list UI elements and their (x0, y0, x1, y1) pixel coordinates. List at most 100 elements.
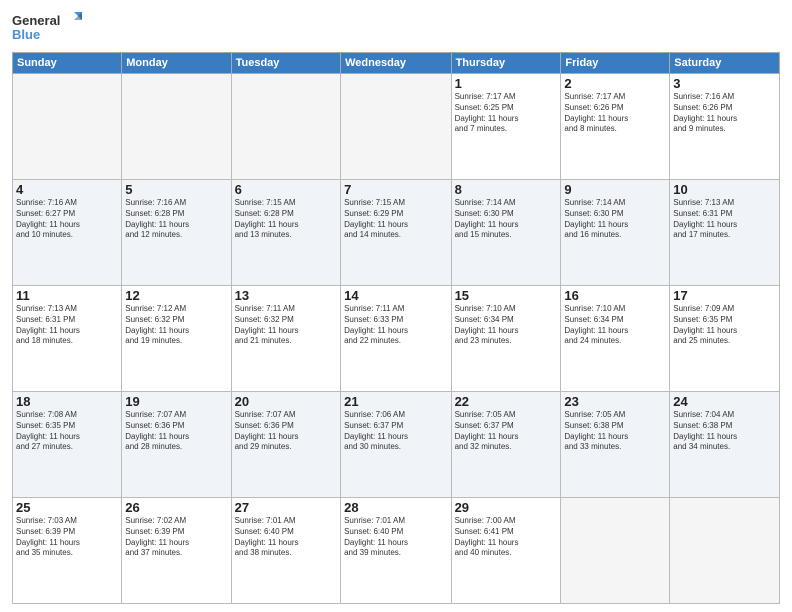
day-number: 22 (455, 394, 558, 409)
day-number: 28 (344, 500, 447, 515)
calendar-cell: 7Sunrise: 7:15 AM Sunset: 6:29 PM Daylig… (341, 180, 451, 286)
day-number: 16 (564, 288, 666, 303)
page: General Blue SundayMondayTuesdayWednesda… (0, 0, 792, 612)
svg-text:Blue: Blue (12, 27, 40, 42)
day-number: 29 (455, 500, 558, 515)
day-number: 8 (455, 182, 558, 197)
day-info: Sunrise: 7:10 AM Sunset: 6:34 PM Dayligh… (455, 304, 558, 347)
weekday-header-row: SundayMondayTuesdayWednesdayThursdayFrid… (13, 53, 780, 74)
day-info: Sunrise: 7:15 AM Sunset: 6:28 PM Dayligh… (235, 198, 337, 241)
day-number: 10 (673, 182, 776, 197)
weekday-header-friday: Friday (561, 53, 670, 74)
day-info: Sunrise: 7:13 AM Sunset: 6:31 PM Dayligh… (16, 304, 118, 347)
calendar-cell: 9Sunrise: 7:14 AM Sunset: 6:30 PM Daylig… (561, 180, 670, 286)
day-number: 26 (125, 500, 227, 515)
calendar-cell: 29Sunrise: 7:00 AM Sunset: 6:41 PM Dayli… (451, 498, 561, 604)
day-number: 15 (455, 288, 558, 303)
day-info: Sunrise: 7:10 AM Sunset: 6:34 PM Dayligh… (564, 304, 666, 347)
calendar-cell: 2Sunrise: 7:17 AM Sunset: 6:26 PM Daylig… (561, 74, 670, 180)
day-number: 5 (125, 182, 227, 197)
calendar-cell: 3Sunrise: 7:16 AM Sunset: 6:26 PM Daylig… (670, 74, 780, 180)
day-info: Sunrise: 7:09 AM Sunset: 6:35 PM Dayligh… (673, 304, 776, 347)
calendar-cell: 14Sunrise: 7:11 AM Sunset: 6:33 PM Dayli… (341, 286, 451, 392)
day-info: Sunrise: 7:16 AM Sunset: 6:28 PM Dayligh… (125, 198, 227, 241)
day-number: 27 (235, 500, 337, 515)
day-info: Sunrise: 7:16 AM Sunset: 6:27 PM Dayligh… (16, 198, 118, 241)
calendar-cell: 27Sunrise: 7:01 AM Sunset: 6:40 PM Dayli… (231, 498, 340, 604)
calendar-cell: 13Sunrise: 7:11 AM Sunset: 6:32 PM Dayli… (231, 286, 340, 392)
calendar-table: SundayMondayTuesdayWednesdayThursdayFrid… (12, 52, 780, 604)
weekday-header-sunday: Sunday (13, 53, 122, 74)
logo: General Blue (12, 10, 82, 46)
day-info: Sunrise: 7:11 AM Sunset: 6:33 PM Dayligh… (344, 304, 447, 347)
calendar-cell: 15Sunrise: 7:10 AM Sunset: 6:34 PM Dayli… (451, 286, 561, 392)
weekday-header-wednesday: Wednesday (341, 53, 451, 74)
calendar-cell: 23Sunrise: 7:05 AM Sunset: 6:38 PM Dayli… (561, 392, 670, 498)
day-info: Sunrise: 7:05 AM Sunset: 6:38 PM Dayligh… (564, 410, 666, 453)
day-number: 18 (16, 394, 118, 409)
week-row-5: 25Sunrise: 7:03 AM Sunset: 6:39 PM Dayli… (13, 498, 780, 604)
header: General Blue (12, 10, 780, 46)
calendar-cell (231, 74, 340, 180)
day-info: Sunrise: 7:04 AM Sunset: 6:38 PM Dayligh… (673, 410, 776, 453)
day-info: Sunrise: 7:15 AM Sunset: 6:29 PM Dayligh… (344, 198, 447, 241)
calendar-cell: 5Sunrise: 7:16 AM Sunset: 6:28 PM Daylig… (122, 180, 231, 286)
calendar-cell: 24Sunrise: 7:04 AM Sunset: 6:38 PM Dayli… (670, 392, 780, 498)
calendar-cell: 20Sunrise: 7:07 AM Sunset: 6:36 PM Dayli… (231, 392, 340, 498)
calendar-cell: 25Sunrise: 7:03 AM Sunset: 6:39 PM Dayli… (13, 498, 122, 604)
calendar-cell: 22Sunrise: 7:05 AM Sunset: 6:37 PM Dayli… (451, 392, 561, 498)
day-info: Sunrise: 7:06 AM Sunset: 6:37 PM Dayligh… (344, 410, 447, 453)
calendar-cell (341, 74, 451, 180)
generalblue-logo-icon: General Blue (12, 10, 82, 46)
calendar-cell: 26Sunrise: 7:02 AM Sunset: 6:39 PM Dayli… (122, 498, 231, 604)
calendar-cell: 6Sunrise: 7:15 AM Sunset: 6:28 PM Daylig… (231, 180, 340, 286)
calendar-cell (13, 74, 122, 180)
day-number: 9 (564, 182, 666, 197)
day-info: Sunrise: 7:12 AM Sunset: 6:32 PM Dayligh… (125, 304, 227, 347)
calendar-cell: 28Sunrise: 7:01 AM Sunset: 6:40 PM Dayli… (341, 498, 451, 604)
day-number: 14 (344, 288, 447, 303)
day-number: 11 (16, 288, 118, 303)
day-info: Sunrise: 7:01 AM Sunset: 6:40 PM Dayligh… (235, 516, 337, 559)
calendar-cell: 16Sunrise: 7:10 AM Sunset: 6:34 PM Dayli… (561, 286, 670, 392)
day-info: Sunrise: 7:05 AM Sunset: 6:37 PM Dayligh… (455, 410, 558, 453)
day-number: 13 (235, 288, 337, 303)
day-number: 19 (125, 394, 227, 409)
day-number: 4 (16, 182, 118, 197)
day-number: 2 (564, 76, 666, 91)
week-row-1: 1Sunrise: 7:17 AM Sunset: 6:25 PM Daylig… (13, 74, 780, 180)
day-info: Sunrise: 7:13 AM Sunset: 6:31 PM Dayligh… (673, 198, 776, 241)
calendar-cell: 12Sunrise: 7:12 AM Sunset: 6:32 PM Dayli… (122, 286, 231, 392)
day-number: 12 (125, 288, 227, 303)
day-info: Sunrise: 7:00 AM Sunset: 6:41 PM Dayligh… (455, 516, 558, 559)
calendar-cell (670, 498, 780, 604)
calendar-cell: 19Sunrise: 7:07 AM Sunset: 6:36 PM Dayli… (122, 392, 231, 498)
day-info: Sunrise: 7:07 AM Sunset: 6:36 PM Dayligh… (235, 410, 337, 453)
week-row-3: 11Sunrise: 7:13 AM Sunset: 6:31 PM Dayli… (13, 286, 780, 392)
calendar-cell (561, 498, 670, 604)
day-number: 7 (344, 182, 447, 197)
week-row-2: 4Sunrise: 7:16 AM Sunset: 6:27 PM Daylig… (13, 180, 780, 286)
day-number: 24 (673, 394, 776, 409)
calendar-cell: 1Sunrise: 7:17 AM Sunset: 6:25 PM Daylig… (451, 74, 561, 180)
day-info: Sunrise: 7:14 AM Sunset: 6:30 PM Dayligh… (564, 198, 666, 241)
day-number: 20 (235, 394, 337, 409)
svg-text:General: General (12, 13, 60, 28)
day-info: Sunrise: 7:01 AM Sunset: 6:40 PM Dayligh… (344, 516, 447, 559)
day-number: 3 (673, 76, 776, 91)
calendar-cell: 4Sunrise: 7:16 AM Sunset: 6:27 PM Daylig… (13, 180, 122, 286)
calendar-cell (122, 74, 231, 180)
day-number: 17 (673, 288, 776, 303)
calendar-cell: 18Sunrise: 7:08 AM Sunset: 6:35 PM Dayli… (13, 392, 122, 498)
day-info: Sunrise: 7:16 AM Sunset: 6:26 PM Dayligh… (673, 92, 776, 135)
week-row-4: 18Sunrise: 7:08 AM Sunset: 6:35 PM Dayli… (13, 392, 780, 498)
day-info: Sunrise: 7:02 AM Sunset: 6:39 PM Dayligh… (125, 516, 227, 559)
day-number: 1 (455, 76, 558, 91)
day-info: Sunrise: 7:14 AM Sunset: 6:30 PM Dayligh… (455, 198, 558, 241)
day-number: 23 (564, 394, 666, 409)
weekday-header-saturday: Saturday (670, 53, 780, 74)
day-info: Sunrise: 7:17 AM Sunset: 6:26 PM Dayligh… (564, 92, 666, 135)
day-number: 6 (235, 182, 337, 197)
weekday-header-tuesday: Tuesday (231, 53, 340, 74)
calendar-cell: 21Sunrise: 7:06 AM Sunset: 6:37 PM Dayli… (341, 392, 451, 498)
